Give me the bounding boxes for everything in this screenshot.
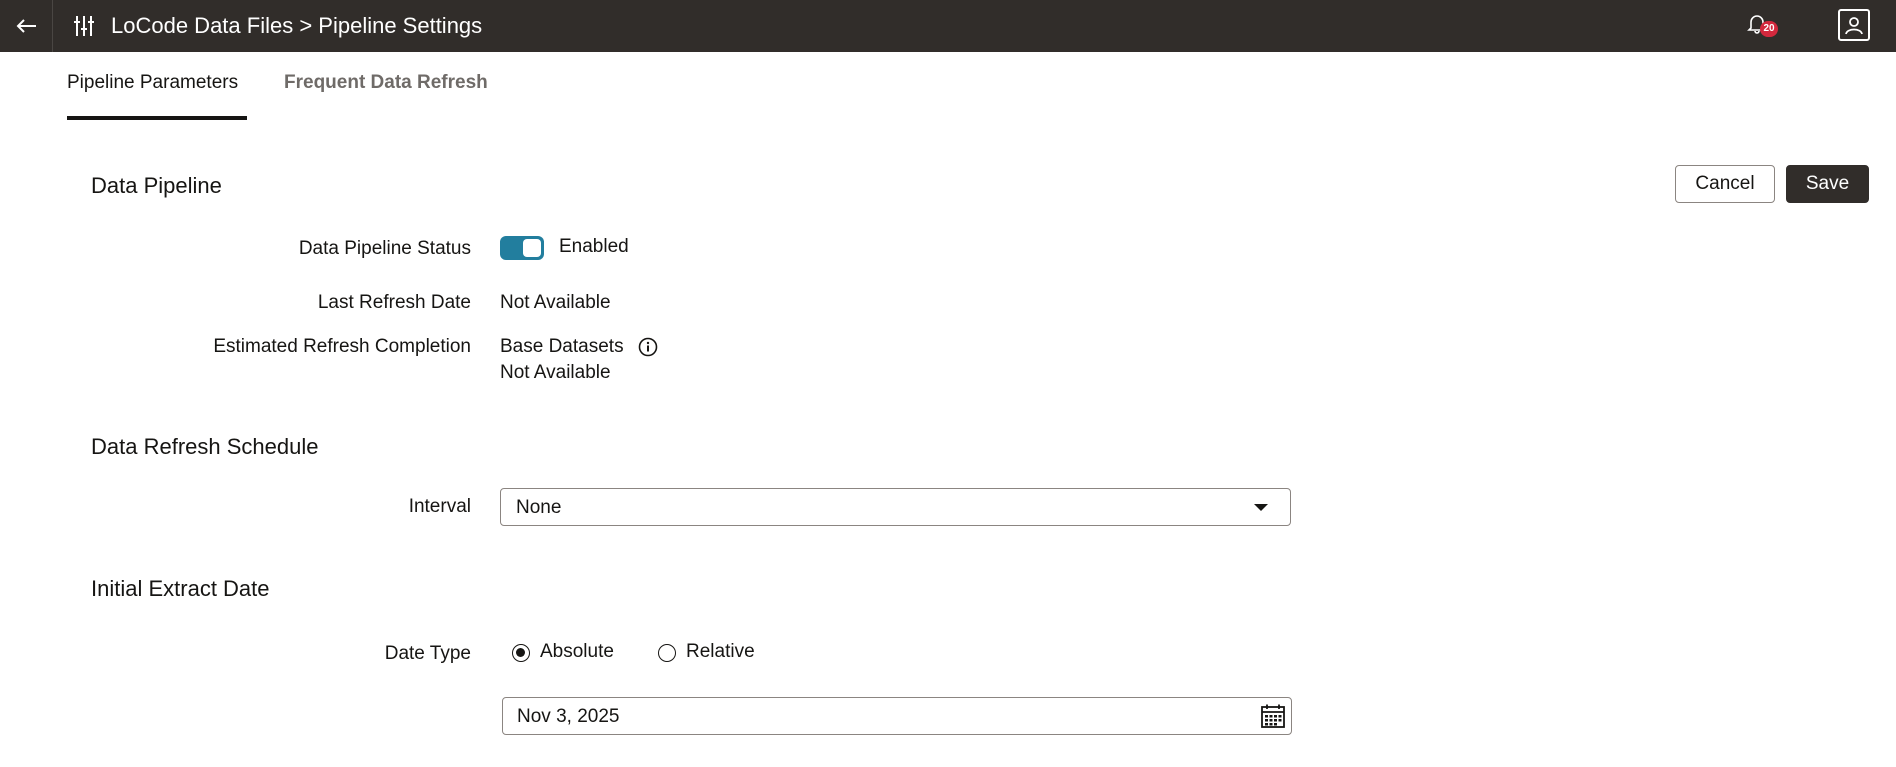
info-icon[interactable] xyxy=(638,337,658,357)
toggle-knob xyxy=(523,239,541,257)
interval-select[interactable]: None xyxy=(500,488,1291,526)
tab-pipeline-parameters[interactable]: Pipeline Parameters xyxy=(67,72,238,94)
cancel-button[interactable]: Cancel xyxy=(1675,165,1775,203)
pipeline-status-label: Data Pipeline Status xyxy=(298,238,471,259)
save-button[interactable]: Save xyxy=(1786,165,1869,203)
radio-absolute-label[interactable]: Absolute xyxy=(540,641,614,663)
user-profile-button[interactable] xyxy=(1838,9,1870,41)
page-title: LoCode Data Files > Pipeline Settings xyxy=(111,13,483,38)
chevron-down-icon xyxy=(1254,504,1268,511)
extract-date-value: Nov 3, 2025 xyxy=(517,706,620,727)
estimated-dataset-label: Base Datasets xyxy=(500,336,624,357)
interval-selected-value: None xyxy=(516,497,562,518)
section-title-data-refresh-schedule: Data Refresh Schedule xyxy=(91,434,319,459)
notifications-button[interactable]: 20 xyxy=(1740,10,1778,42)
tab-frequent-data-refresh[interactable]: Frequent Data Refresh xyxy=(284,72,488,94)
back-button[interactable] xyxy=(0,0,53,52)
radio-relative[interactable] xyxy=(658,644,676,662)
radio-absolute[interactable] xyxy=(512,644,530,662)
extract-date-input[interactable]: Nov 3, 2025 xyxy=(502,697,1292,735)
top-app-bar: LoCode Data Files > Pipeline Settings 20 xyxy=(0,0,1896,52)
date-type-label: Date Type xyxy=(384,643,471,664)
estimated-completion-label: Estimated Refresh Completion xyxy=(213,336,471,357)
estimated-completion-value: Not Available xyxy=(500,362,611,383)
last-refresh-value: Not Available xyxy=(500,292,611,313)
pipeline-status-toggle[interactable] xyxy=(500,236,544,260)
user-profile-icon xyxy=(1845,17,1863,35)
radio-relative-label[interactable]: Relative xyxy=(686,641,755,663)
section-title-initial-extract-date: Initial Extract Date xyxy=(91,576,270,601)
sliders-icon xyxy=(74,16,94,36)
arrow-left-icon xyxy=(16,19,36,33)
active-tab-indicator xyxy=(67,116,247,120)
notification-badge: 20 xyxy=(1760,21,1778,37)
pipeline-status-value: Enabled xyxy=(559,236,629,257)
last-refresh-label: Last Refresh Date xyxy=(317,292,471,313)
calendar-icon[interactable] xyxy=(1260,703,1286,729)
interval-label: Interval xyxy=(408,496,471,517)
section-title-data-pipeline: Data Pipeline xyxy=(91,173,222,198)
